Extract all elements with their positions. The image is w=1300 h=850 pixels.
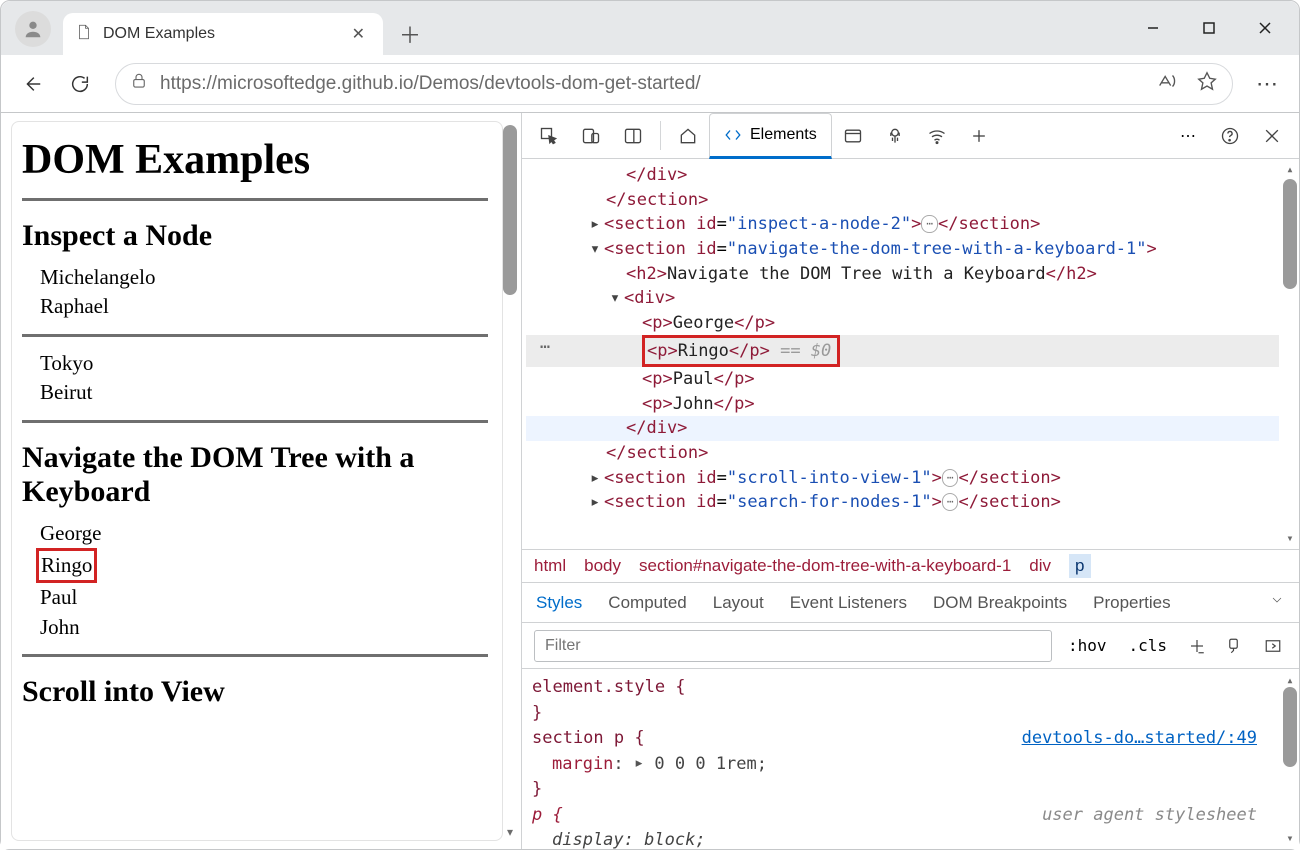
- list-item[interactable]: Ringo: [40, 548, 488, 583]
- selected-dom-node[interactable]: <p>Ringo</p> == $0: [526, 335, 1279, 367]
- highlighted-item: Ringo: [36, 548, 97, 583]
- paint-flash-icon[interactable]: [1221, 637, 1249, 655]
- scrollbar-thumb[interactable]: [503, 125, 517, 295]
- styles-rules[interactable]: element.style { } section p {devtools-do…: [522, 669, 1299, 849]
- crumb[interactable]: html: [534, 556, 566, 576]
- read-aloud-icon[interactable]: [1156, 70, 1178, 97]
- scrollbar-thumb[interactable]: [1283, 687, 1297, 767]
- list-item[interactable]: John: [40, 613, 488, 642]
- subtab-properties[interactable]: Properties: [1093, 593, 1170, 613]
- crumb-selected[interactable]: p: [1069, 554, 1090, 578]
- styles-scrollbar[interactable]: ▴ ▾: [1283, 671, 1297, 847]
- sources-tab-icon[interactable]: [874, 113, 916, 158]
- devtools-close-icon[interactable]: [1251, 126, 1293, 146]
- browser-tab[interactable]: DOM Examples ✕: [63, 13, 383, 55]
- ua-stylesheet-label: user agent stylesheet: [1042, 803, 1257, 829]
- list-item[interactable]: Raphael: [40, 292, 488, 321]
- tab-label: Elements: [750, 126, 817, 144]
- more-tabs-button[interactable]: [958, 113, 1000, 158]
- divider: [22, 654, 488, 657]
- window-minimize-button[interactable]: [1125, 1, 1181, 55]
- browser-menu-button[interactable]: ⋯: [1247, 71, 1289, 97]
- computed-panel-icon[interactable]: [1259, 637, 1287, 655]
- application-tab-icon[interactable]: [832, 113, 874, 158]
- divider: [22, 420, 488, 423]
- scroll-down-icon[interactable]: ▾: [503, 825, 517, 839]
- network-tab-icon[interactable]: [916, 113, 958, 158]
- help-icon[interactable]: [1209, 126, 1251, 146]
- scroll-down-icon[interactable]: ▾: [1283, 829, 1297, 847]
- subtab-styles[interactable]: Styles: [536, 593, 582, 613]
- styles-filter-input[interactable]: [534, 630, 1052, 662]
- new-tab-button[interactable]: ＋: [393, 17, 427, 51]
- dom-scrollbar[interactable]: ▴ ▾: [1283, 161, 1297, 547]
- dom-breadcrumb[interactable]: html body section#navigate-the-dom-tree-…: [522, 549, 1299, 583]
- page-scrollbar[interactable]: ▾: [503, 123, 517, 839]
- welcome-tab-icon[interactable]: [667, 113, 709, 158]
- profile-avatar[interactable]: [15, 11, 51, 47]
- lock-icon: [130, 72, 148, 95]
- list-item[interactable]: Michelangelo: [40, 263, 488, 292]
- tab-title: DOM Examples: [103, 25, 336, 43]
- subtab-event-listeners[interactable]: Event Listeners: [790, 593, 907, 613]
- scrollbar-thumb[interactable]: [1283, 179, 1297, 289]
- crumb[interactable]: body: [584, 556, 621, 576]
- back-button[interactable]: [11, 63, 53, 105]
- new-style-rule-icon[interactable]: [1183, 637, 1211, 655]
- list-item[interactable]: Tokyo: [40, 349, 488, 378]
- hov-toggle[interactable]: :hov: [1062, 634, 1113, 657]
- divider: [22, 334, 488, 337]
- tab-elements[interactable]: Elements: [709, 113, 832, 159]
- devtools-menu-icon[interactable]: ⋯: [1167, 126, 1209, 146]
- scroll-down-icon[interactable]: ▾: [1283, 530, 1297, 547]
- device-toolbar-icon[interactable]: [570, 113, 612, 158]
- inspect-element-icon[interactable]: [528, 113, 570, 158]
- file-icon: [75, 23, 93, 46]
- page-title: DOM Examples: [22, 136, 488, 184]
- reload-button[interactable]: [59, 63, 101, 105]
- section-heading: Navigate the DOM Tree with a Keyboard: [22, 441, 488, 509]
- scroll-up-icon[interactable]: ▴: [1283, 161, 1297, 178]
- subtab-dom-breakpoints[interactable]: DOM Breakpoints: [933, 593, 1067, 613]
- favorite-icon[interactable]: [1196, 70, 1218, 97]
- dom-tree[interactable]: </div> </section> ▸<section id="inspect-…: [522, 159, 1299, 549]
- source-link[interactable]: devtools-do…started/:49: [1022, 726, 1257, 752]
- window-maximize-button[interactable]: [1181, 1, 1237, 55]
- list-item[interactable]: Beirut: [40, 378, 488, 407]
- url-text: https://microsoftedge.github.io/Demos/de…: [160, 73, 701, 95]
- page-viewport[interactable]: DOM Examples Inspect a Node Michelangelo…: [11, 121, 503, 841]
- subtab-layout[interactable]: Layout: [713, 593, 764, 613]
- window-close-button[interactable]: [1237, 1, 1293, 55]
- subtabs-overflow-icon[interactable]: [1269, 592, 1285, 613]
- cls-toggle[interactable]: .cls: [1122, 634, 1173, 657]
- section-heading: Inspect a Node: [22, 219, 488, 253]
- address-bar[interactable]: https://microsoftedge.github.io/Demos/de…: [115, 63, 1233, 105]
- dock-side-icon[interactable]: [612, 113, 654, 158]
- subtab-computed[interactable]: Computed: [608, 593, 686, 613]
- tab-close-icon[interactable]: ✕: [346, 22, 371, 46]
- divider: [22, 198, 488, 201]
- section-heading: Scroll into View: [22, 675, 488, 709]
- list-item[interactable]: George: [40, 519, 488, 548]
- list-item[interactable]: Paul: [40, 583, 488, 612]
- crumb[interactable]: section#navigate-the-dom-tree-with-a-key…: [639, 556, 1011, 576]
- crumb[interactable]: div: [1029, 556, 1051, 576]
